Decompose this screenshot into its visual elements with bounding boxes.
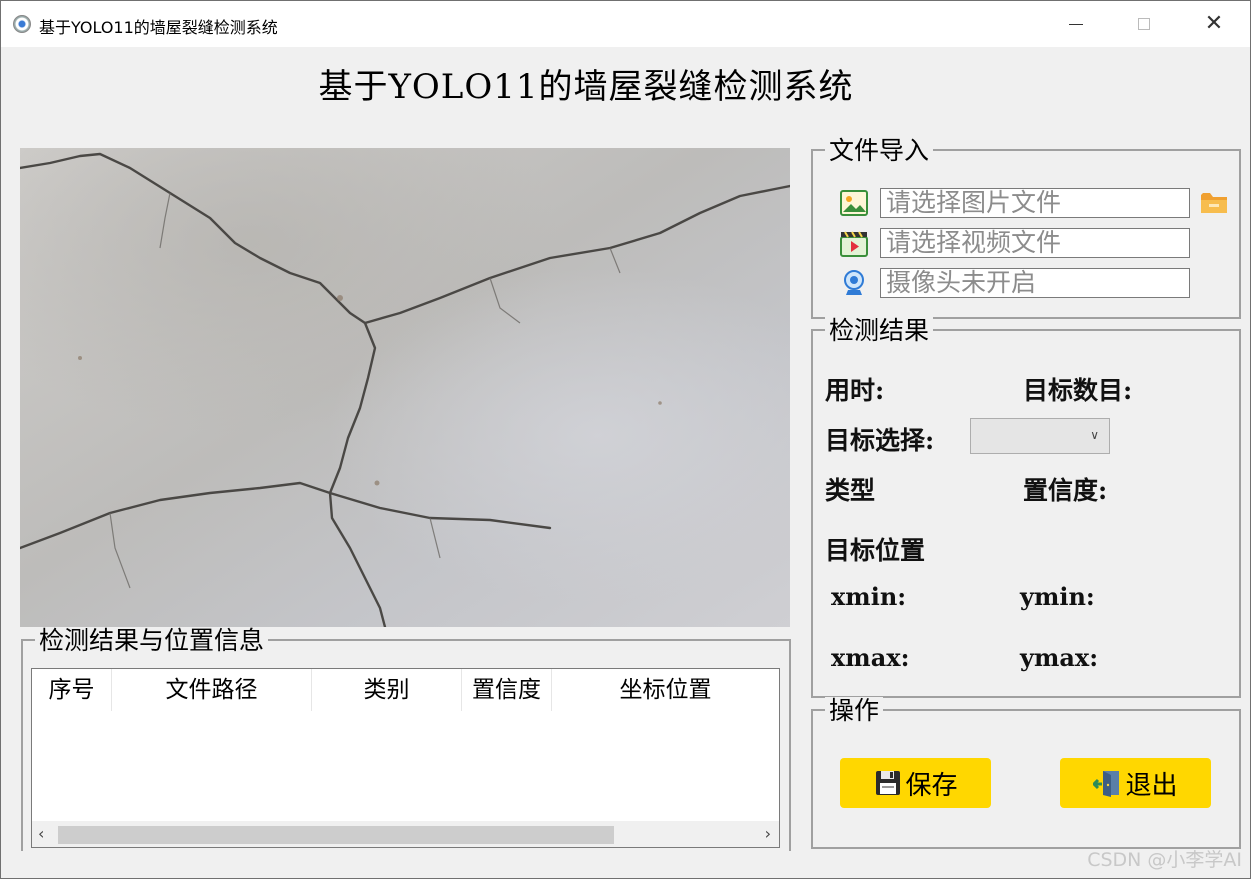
watermark: CSDN @小李学AI [1087, 849, 1242, 871]
type-label: 类型 [825, 476, 876, 505]
minimize-button[interactable] [1041, 1, 1111, 47]
target-count-label: 目标数目: [1023, 376, 1133, 405]
scrollbar-thumb[interactable] [58, 826, 614, 844]
target-select-label: 目标选择: [825, 426, 935, 455]
folder-icon[interactable] [1199, 187, 1229, 217]
image-icon[interactable] [839, 188, 869, 218]
webcam-icon[interactable] [839, 268, 869, 298]
save-icon [876, 771, 901, 795]
time-label: 用时: [825, 376, 885, 405]
app-window: 基于YOLO11的墙屋裂缝检测系统 ✕ 基于YOLO11的墙屋裂缝检测系统 文件… [0, 0, 1251, 879]
exit-door-icon [1093, 771, 1120, 797]
scroll-left-icon[interactable]: ‹ [38, 824, 44, 843]
exit-button-label: 退出 [1125, 770, 1178, 801]
app-icon [13, 15, 31, 33]
page-title: 基于YOLO11的墙屋裂缝检测系统 [318, 67, 854, 107]
confidence-label: 置信度: [1023, 476, 1108, 505]
file-import-title: 文件导入 [825, 137, 934, 165]
column-header-index[interactable]: 序号 [32, 669, 112, 711]
window-title: 基于YOLO11的墙屋裂缝检测系统 [39, 18, 278, 37]
ymin-label: ymin: [1020, 582, 1095, 611]
detection-result-title: 检测结果 [825, 317, 934, 345]
results-group-title: 检测结果与位置信息 [35, 627, 269, 655]
xmax-label: xmax: [831, 643, 910, 672]
video-icon[interactable] [839, 228, 869, 258]
column-header-class[interactable]: 类别 [312, 669, 462, 711]
scroll-right-icon[interactable]: › [765, 824, 771, 843]
title-bar: 基于YOLO11的墙屋裂缝检测系统 ✕ [1, 1, 1250, 47]
minimize-icon [1069, 23, 1083, 25]
target-position-label: 目标位置 [825, 536, 926, 565]
close-button[interactable]: ✕ [1179, 1, 1249, 47]
chevron-down-icon: ∨ [1090, 428, 1099, 442]
image-file-input[interactable]: 请选择图片文件 [880, 188, 1190, 218]
column-header-file-path[interactable]: 文件路径 [112, 669, 312, 711]
wall-crack-photo [20, 148, 790, 627]
save-button[interactable]: 保存 [840, 758, 991, 808]
exit-button[interactable]: 退出 [1060, 758, 1211, 808]
video-file-input[interactable]: 请选择视频文件 [880, 228, 1190, 258]
camera-status-field[interactable]: 摄像头未开启 [880, 268, 1190, 298]
maximize-button[interactable] [1109, 1, 1179, 47]
save-button-label: 保存 [905, 770, 958, 801]
target-select[interactable]: ∨ [970, 418, 1110, 454]
xmin-label: xmin: [831, 582, 907, 611]
image-preview [20, 148, 790, 627]
column-header-confidence[interactable]: 置信度 [462, 669, 552, 711]
results-table[interactable]: 序号 文件路径 类别 置信度 坐标位置 ‹ › [31, 668, 780, 848]
column-header-coordinates[interactable]: 坐标位置 [552, 669, 779, 711]
operations-title: 操作 [825, 697, 884, 725]
ymax-label: ymax: [1020, 643, 1099, 672]
horizontal-scrollbar[interactable]: ‹ › [32, 821, 779, 847]
maximize-icon [1138, 18, 1150, 30]
close-icon: ✕ [1204, 11, 1224, 36]
